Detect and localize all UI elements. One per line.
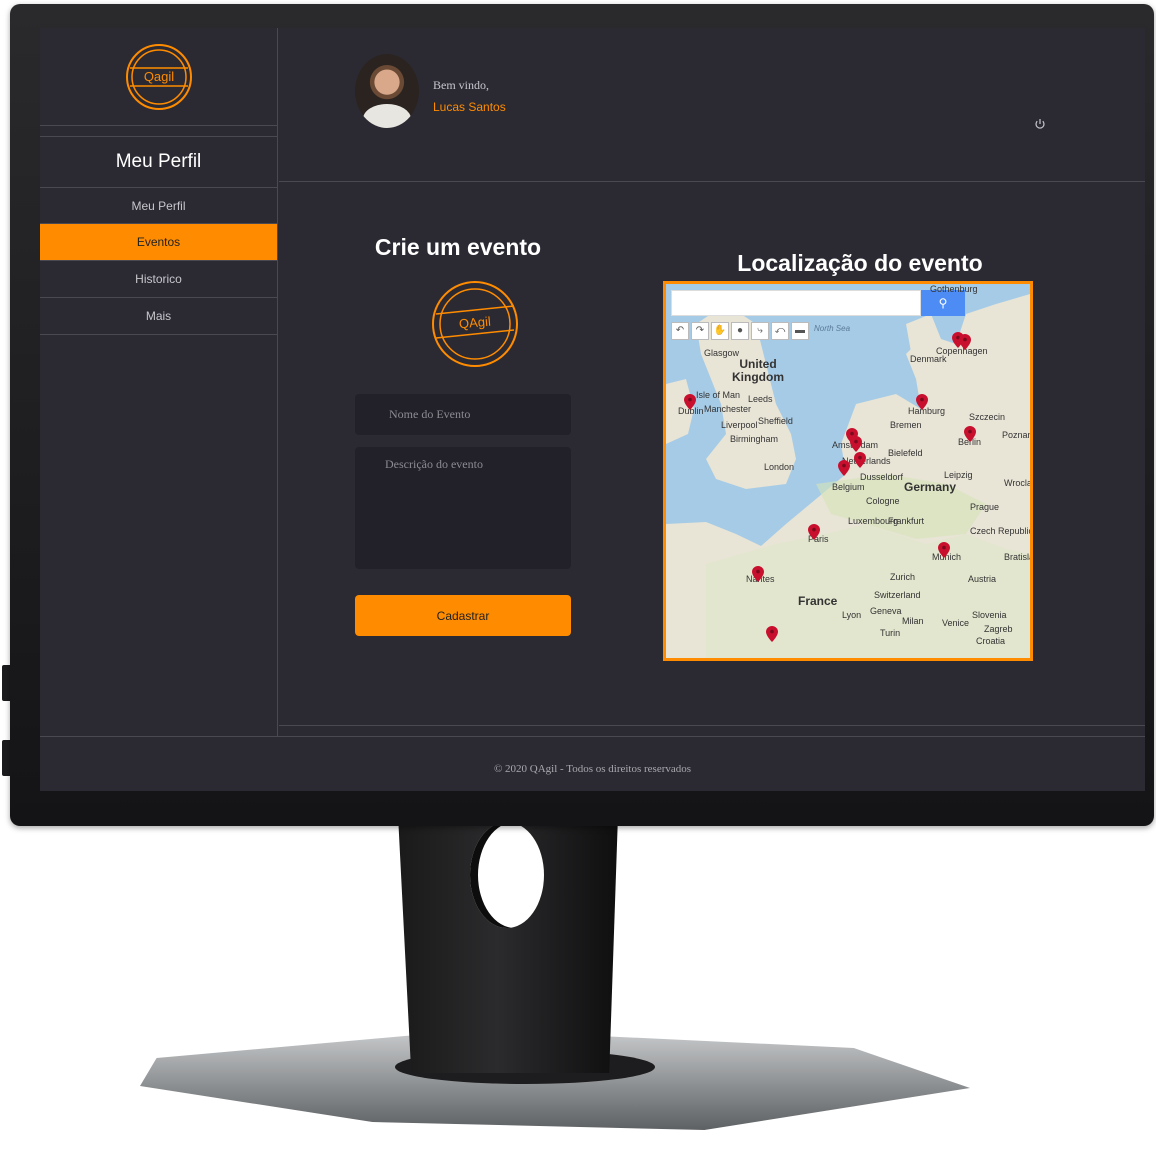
form-logo: QAgil [430, 276, 520, 377]
sidebar-item-eventos[interactable]: Eventos [40, 224, 277, 261]
qagil-logo-icon: Qagil [125, 43, 192, 110]
map-label: Frankfurt [888, 516, 925, 526]
marker-icon[interactable]: ● [731, 322, 749, 340]
map-label: Zagreb [984, 624, 1013, 634]
map-label: United Kingdom [732, 357, 784, 384]
map-label: Czech Republic [970, 526, 1033, 536]
content-divider [279, 725, 1145, 726]
route-icon[interactable]: ⤺ [771, 322, 789, 340]
map-label: Manchester [704, 404, 752, 414]
map-label: Milan [902, 616, 924, 626]
ruler-icon[interactable]: ▬ [791, 322, 809, 340]
event-location-map[interactable]: ⚲ ↶ ↷ ✋ ● ⤷ ⤺ ▬ Gothenburg Copenhagen De… [663, 281, 1033, 661]
map-label: Bremen [890, 420, 922, 430]
hand-icon[interactable]: ✋ [711, 322, 729, 340]
map-label: North Sea [814, 324, 851, 333]
map-label: Venice [942, 618, 970, 628]
map-label: Denmark [910, 354, 947, 364]
map-label: Szczecin [969, 412, 1006, 422]
map-label: Lyon [842, 610, 862, 620]
map-search-input[interactable] [671, 290, 921, 316]
map-label: Sheffield [758, 416, 793, 426]
map-pin-icon[interactable] [964, 426, 976, 442]
sidebar-item-historico[interactable]: Historico [40, 261, 277, 298]
logo-text: Qagil [143, 69, 173, 84]
line-icon[interactable]: ⤷ [751, 322, 769, 340]
map-label: Dusseldorf [860, 472, 904, 482]
map-label: Wroclaw [1004, 478, 1032, 488]
map-label: Gothenburg [930, 284, 978, 294]
header: Bem vindo, Lucas Santos [279, 28, 1145, 182]
footer: © 2020 QAgil - Todos os direitos reserva… [40, 736, 1145, 791]
map-pin-icon[interactable] [838, 460, 850, 476]
logo-text: QAgil [458, 314, 491, 332]
map-label: Turin [880, 628, 901, 638]
sidebar-item-mais[interactable]: Mais [40, 298, 277, 335]
form-title: Crie um evento [374, 234, 542, 260]
map-label: Germany [904, 480, 957, 494]
sidebar: Qagil Meu Perfil Meu Perfil Eventos Hist… [40, 28, 278, 736]
map-pin-icon[interactable] [766, 626, 778, 642]
map-label: Leeds [748, 394, 773, 404]
event-name-input[interactable] [355, 394, 571, 435]
undo-icon[interactable]: ↶ [671, 322, 689, 340]
map-pin-icon[interactable] [959, 334, 971, 350]
submit-button[interactable]: Cadastrar [355, 595, 571, 636]
power-icon[interactable] [1033, 118, 1047, 132]
map-label: Geneva [870, 606, 902, 616]
sidebar-item-meu-perfil[interactable]: Meu Perfil [40, 188, 277, 224]
map-pin-icon[interactable] [808, 524, 820, 540]
map-label: Bratisla [1004, 552, 1033, 562]
sidebar-menu: Meu Perfil Eventos Historico Mais [40, 188, 277, 335]
event-description-textarea[interactable] [355, 447, 571, 569]
sidebar-logo[interactable]: Qagil [40, 28, 277, 126]
map-pin-icon[interactable] [752, 566, 764, 582]
map-label: Austria [968, 574, 997, 584]
redo-icon[interactable]: ↷ [691, 322, 709, 340]
map-label: Leipzig [944, 470, 973, 480]
map-label: Belgium [832, 482, 865, 492]
sidebar-title: Meu Perfil [40, 136, 277, 188]
map-label: Glasgow [704, 348, 740, 358]
map-label: France [798, 594, 838, 608]
map-label: Isle of Man [696, 390, 741, 400]
map-pin-icon[interactable] [850, 436, 862, 452]
map-pin-icon[interactable] [854, 452, 866, 468]
map-label: Slovenia [972, 610, 1007, 620]
map-label: Cologne [866, 496, 900, 506]
qagil-logo-icon: QAgil [432, 281, 518, 367]
map-toolbar: ↶ ↷ ✋ ● ⤷ ⤺ ▬ [671, 322, 809, 340]
footer-text: © 2020 QAgil - Todos os direitos reserva… [493, 763, 692, 775]
map-label: Poznan [1002, 430, 1033, 440]
map-label: Bielefeld [888, 448, 923, 458]
map-label: Zurich [890, 572, 916, 582]
map-label: Croatia [976, 636, 1006, 646]
map-pin-icon[interactable] [938, 542, 950, 558]
user-name[interactable]: Lucas Santos [433, 100, 506, 114]
map-label: Liverpool [721, 420, 758, 430]
map-label: London [764, 462, 795, 472]
map-pin-icon[interactable] [916, 394, 928, 410]
screen: Qagil Meu Perfil Meu Perfil Eventos Hist… [40, 28, 1145, 791]
map-label: Prague [970, 502, 1000, 512]
monitor-stand-cable-hole [470, 822, 544, 928]
avatar[interactable] [355, 54, 419, 128]
welcome-text: Bem vindo, [433, 78, 489, 92]
map-title: Localização do evento [737, 250, 983, 276]
map-label: Switzerland [874, 590, 921, 600]
map-pin-icon[interactable] [684, 394, 696, 410]
map-label: Birmingham [730, 434, 779, 444]
